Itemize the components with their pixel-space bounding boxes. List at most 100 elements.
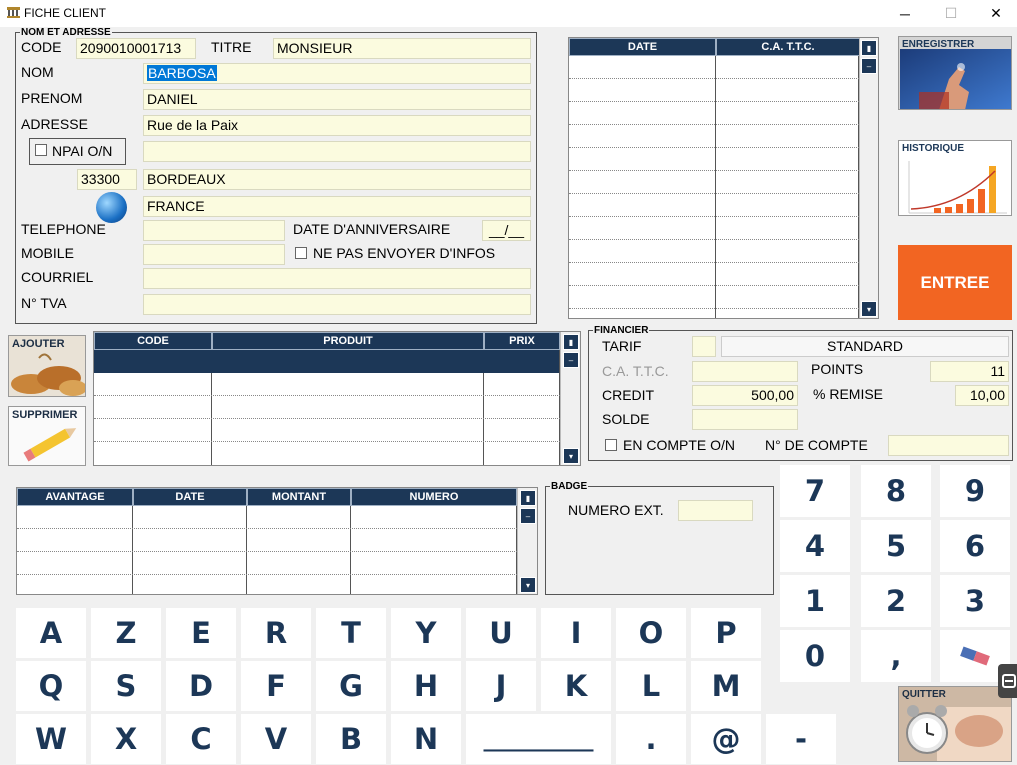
- key-7[interactable]: 7: [780, 465, 850, 517]
- key-at[interactable]: @: [691, 714, 761, 764]
- ville-field[interactable]: BORDEAUX: [143, 169, 531, 190]
- pays-field[interactable]: FRANCE: [143, 196, 531, 217]
- table-row[interactable]: [569, 56, 859, 79]
- key-4[interactable]: 4: [780, 520, 850, 572]
- num-compte-field[interactable]: [888, 435, 1009, 456]
- key-n[interactable]: N: [391, 714, 461, 764]
- table-row[interactable]: [17, 506, 517, 529]
- key-o[interactable]: O: [616, 608, 686, 658]
- key-period[interactable]: .: [616, 714, 686, 764]
- key-3[interactable]: 3: [940, 575, 1010, 627]
- close-button[interactable]: ✕: [973, 0, 1017, 27]
- key-j[interactable]: J: [466, 661, 536, 711]
- avantages-grid[interactable]: AVANTAGE DATE MONTANT NUMERO ▮ – ▾: [16, 487, 538, 595]
- ventes-grid[interactable]: DATE C.A. T.T.C. ▮ – ▾: [568, 37, 879, 319]
- courriel-field[interactable]: [143, 268, 531, 289]
- table-row[interactable]: [94, 419, 560, 442]
- entree-button[interactable]: ENTREE: [898, 245, 1012, 320]
- avantages-col-date[interactable]: DATE: [133, 488, 247, 506]
- table-row[interactable]: [569, 148, 859, 171]
- key-f[interactable]: F: [241, 661, 311, 711]
- key-b[interactable]: B: [316, 714, 386, 764]
- minimize-button[interactable]: ─: [882, 0, 928, 27]
- remise-field[interactable]: 10,00: [955, 385, 1009, 406]
- key-a[interactable]: A: [16, 608, 86, 658]
- key-v[interactable]: V: [241, 714, 311, 764]
- tarif-code-field[interactable]: [692, 336, 716, 357]
- table-row[interactable]: [569, 286, 859, 309]
- key-z[interactable]: Z: [91, 608, 161, 658]
- anniversaire-field[interactable]: __/__: [482, 220, 531, 241]
- produits-col-prix[interactable]: PRIX: [484, 332, 560, 350]
- ca-field[interactable]: [692, 361, 798, 382]
- prenom-field[interactable]: DANIEL: [143, 89, 531, 110]
- produits-col-produit[interactable]: PRODUIT: [212, 332, 484, 350]
- ventes-col-date[interactable]: DATE: [569, 38, 716, 56]
- key-u[interactable]: U: [466, 608, 536, 658]
- table-row[interactable]: [569, 217, 859, 240]
- key-c[interactable]: C: [166, 714, 236, 764]
- ne-pas-envoyer-checkbox[interactable]: [295, 247, 307, 259]
- npai-checkbox[interactable]: [35, 144, 47, 156]
- produits-scrollbar[interactable]: ▮ – ▾: [560, 332, 580, 465]
- table-row[interactable]: [17, 529, 517, 552]
- key-d[interactable]: D: [166, 661, 236, 711]
- table-row[interactable]: [94, 373, 560, 396]
- en-compte-checkbox[interactable]: [605, 439, 617, 451]
- code-postal-field[interactable]: 33300: [77, 169, 137, 190]
- key-t[interactable]: T: [316, 608, 386, 658]
- selected-row[interactable]: [94, 350, 560, 373]
- key-y[interactable]: Y: [391, 608, 461, 658]
- table-row[interactable]: [569, 194, 859, 217]
- maximize-button[interactable]: ☐: [928, 0, 974, 27]
- key-l[interactable]: L: [616, 661, 686, 711]
- scroll-down-icon[interactable]: ▾: [563, 448, 579, 464]
- globe-icon[interactable]: [96, 192, 127, 223]
- mobile-field[interactable]: [143, 244, 285, 265]
- credit-field[interactable]: 500,00: [692, 385, 798, 406]
- nom-field[interactable]: BARBOSA: [143, 63, 531, 84]
- key-m[interactable]: M: [691, 661, 761, 711]
- avantages-col-montant[interactable]: MONTANT: [247, 488, 351, 506]
- table-row[interactable]: [569, 171, 859, 194]
- key-8[interactable]: 8: [861, 465, 931, 517]
- ventes-scrollbar[interactable]: ▮ – ▾: [859, 38, 878, 318]
- ajouter-button[interactable]: AJOUTER: [8, 335, 86, 397]
- key-5[interactable]: 5: [861, 520, 931, 572]
- adresse-field[interactable]: Rue de la Paix: [143, 115, 531, 136]
- tva-field[interactable]: [143, 294, 531, 315]
- key-s[interactable]: S: [91, 661, 161, 711]
- ventes-col-ca[interactable]: C.A. T.T.C.: [716, 38, 860, 56]
- scroll-up-icon[interactable]: –: [520, 508, 536, 524]
- delete-row-icon[interactable]: ▮: [520, 490, 536, 506]
- code-field[interactable]: 2090010001713: [76, 38, 196, 59]
- delete-row-icon[interactable]: ▮: [563, 334, 579, 350]
- table-row[interactable]: [94, 396, 560, 419]
- numero-ext-field[interactable]: [678, 500, 753, 521]
- scroll-up-icon[interactable]: –: [563, 352, 579, 368]
- produits-grid[interactable]: CODE PRODUIT PRIX ▮ – ▾: [93, 331, 581, 466]
- key-q[interactable]: Q: [16, 661, 86, 711]
- key-w[interactable]: W: [16, 714, 86, 764]
- key-r[interactable]: R: [241, 608, 311, 658]
- scroll-down-icon[interactable]: ▾: [861, 301, 877, 317]
- key-k[interactable]: K: [541, 661, 611, 711]
- points-field[interactable]: 11: [930, 361, 1009, 382]
- table-row[interactable]: [569, 125, 859, 148]
- avantages-col-numero[interactable]: NUMERO: [351, 488, 517, 506]
- titre-field[interactable]: MONSIEUR: [273, 38, 531, 59]
- adresse2-field[interactable]: [143, 141, 531, 162]
- key-6[interactable]: 6: [940, 520, 1010, 572]
- key-x[interactable]: X: [91, 714, 161, 764]
- key-e[interactable]: E: [166, 608, 236, 658]
- scroll-up-icon[interactable]: –: [861, 58, 877, 74]
- supprimer-button[interactable]: SUPPRIMER: [8, 406, 86, 466]
- solde-field[interactable]: [692, 409, 798, 430]
- avantages-col-avantage[interactable]: AVANTAGE: [17, 488, 133, 506]
- historique-button[interactable]: HISTORIQUE: [898, 140, 1012, 216]
- enregistrer-button[interactable]: ENREGISTRER: [898, 36, 1012, 110]
- produits-col-code[interactable]: CODE: [94, 332, 212, 350]
- key-h[interactable]: H: [391, 661, 461, 711]
- table-row[interactable]: [569, 102, 859, 125]
- key-1[interactable]: 1: [780, 575, 850, 627]
